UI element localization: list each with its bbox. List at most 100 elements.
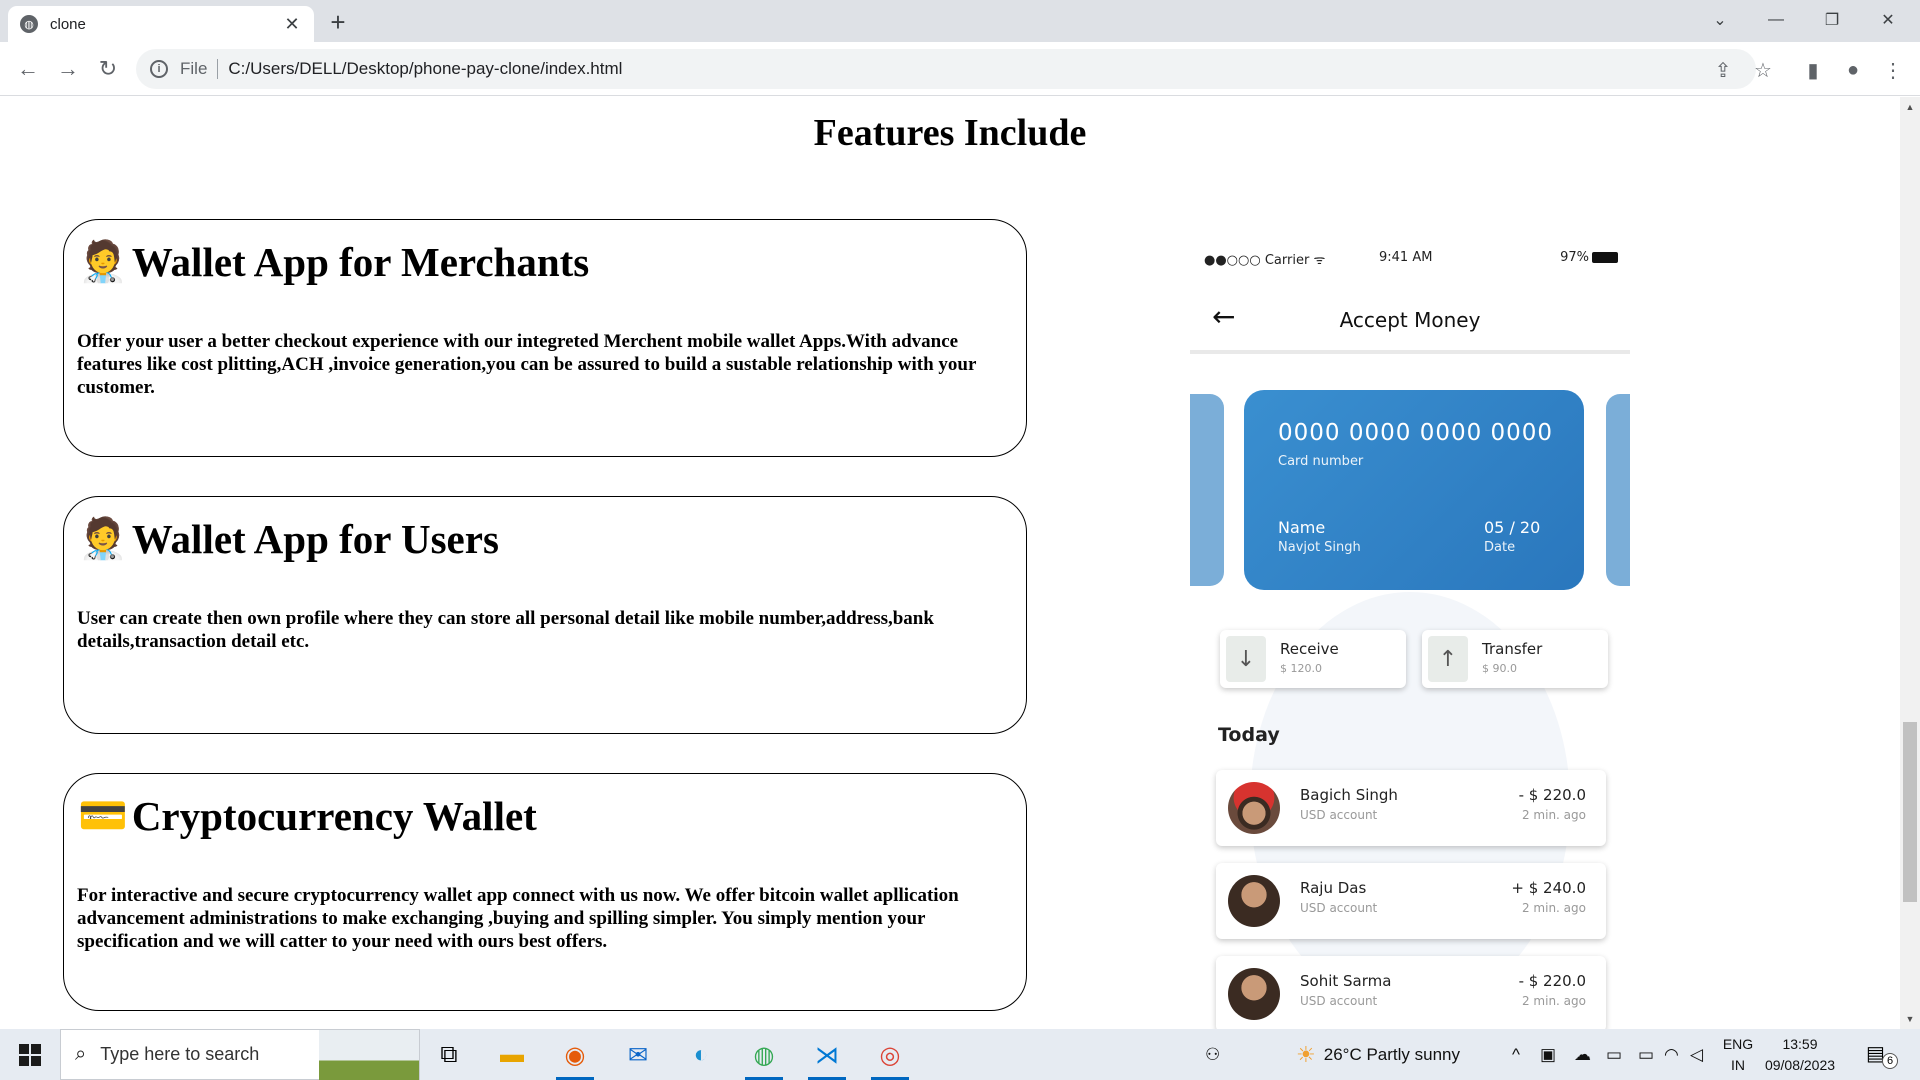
windows-logo-icon [19,1043,41,1066]
doctor-emoji-icon: 🧑‍⚕️ [78,239,128,284]
transaction-amount: + $ 240.0 [1511,879,1586,897]
info-icon[interactable]: i [150,60,168,78]
forward-icon[interactable]: → [52,53,84,85]
clock-date: 09/08/2023 [1764,1057,1836,1073]
phone-header: ← Accept Money [1190,294,1630,354]
chrome-icon[interactable]: ◎ [865,1035,915,1080]
weather-text: 26°C Partly sunny [1323,1044,1460,1064]
tab-strip: ◍ clone ✕ + ⌄ — ❐ ✕ [0,0,1920,42]
reload-icon[interactable]: ↻ [92,53,124,85]
browser-tab[interactable]: ◍ clone ✕ [8,6,314,42]
battery-icon [1592,252,1618,263]
feature-card-crypto: 💳 Cryptocurrency Wallet For interactive … [63,773,1027,1011]
phone-time: 9:41 AM [1379,250,1433,265]
action-amount: $ 120.0 [1280,662,1322,675]
display-icon[interactable]: ▭ [1606,1029,1622,1080]
window-close-button[interactable]: ✕ [1860,0,1916,40]
avatar [1228,782,1280,834]
onedrive-icon[interactable]: ☁ [1574,1029,1591,1080]
scrollbar-thumb[interactable] [1903,722,1917,902]
vscode-icon[interactable]: ⋊ [802,1035,852,1080]
action-label: Receive [1280,640,1339,658]
scroll-up-icon[interactable]: ▲ [1900,99,1920,115]
arrow-down-icon: ↓ [1226,636,1266,682]
address-bar: ← → ↻ i File C:/Users/DELL/Desktop/phone… [0,42,1920,96]
action-label: Transfer [1482,640,1543,658]
feature-description: User can create then own profile where t… [77,608,934,652]
avatar [1228,875,1280,927]
battery-indicator: 97% [1560,250,1618,265]
card-expiry: 05 / 20 [1484,518,1541,537]
firefox-icon[interactable]: ◉ [550,1035,600,1080]
feature-heading-text: Cryptocurrency Wallet [131,793,537,839]
file-explorer-icon[interactable]: ▬ [487,1035,537,1075]
edge-icon[interactable]: ◐ [676,1035,726,1075]
language-code: ENG [1722,1036,1754,1052]
card-holder-name: Navjot Singh [1278,540,1361,555]
transaction-item: Raju Das USD account + $ 240.0 2 min. ag… [1216,863,1606,939]
url-text[interactable]: C:/Users/DELL/Desktop/phone-pay-clone/in… [228,59,622,79]
weather-widget[interactable]: ☀ 26°C Partly sunny [1296,1029,1460,1080]
transaction-item: Bagich Singh USD account - $ 220.0 2 min… [1216,770,1606,846]
battery-percent: 97% [1560,250,1589,265]
wifi-icon[interactable]: ◠ [1664,1029,1679,1080]
show-hidden-icons-icon[interactable]: ^ [1512,1029,1520,1080]
back-icon[interactable]: ← [12,53,44,85]
carrier-label: ●●○○○ Carrier ᯤ [1204,253,1326,268]
feature-heading: 🧑‍⚕️ Wallet App for Users [78,515,499,563]
arrow-up-icon: ↑ [1428,636,1468,682]
transaction-time: 2 min. ago [1521,994,1586,1008]
avatar [1228,968,1280,1020]
card-number: 0000 0000 0000 0000 [1278,420,1554,446]
feature-description: Offer your user a better checkout experi… [77,331,977,398]
tab-search-chevron-icon[interactable]: ⌄ [1692,0,1748,40]
notifications-icon[interactable]: ▤ 6 [1866,1041,1898,1069]
restore-button[interactable]: ❐ [1804,0,1860,40]
feature-heading-text: Wallet App for Users [131,516,499,562]
chrome-profile-icon[interactable]: ◍ [739,1035,789,1080]
battery-icon[interactable]: ▭ [1638,1029,1654,1080]
people-icon[interactable]: ⚇ [1205,1029,1220,1080]
tab-close-icon[interactable]: ✕ [282,14,302,35]
mail-icon[interactable]: ✉ [613,1035,663,1075]
menu-icon[interactable]: ⋮ [1878,55,1908,85]
new-tab-button[interactable]: + [324,8,352,36]
action-amount: $ 90.0 [1482,662,1517,675]
clock-time: 13:59 [1782,1036,1818,1052]
volume-icon[interactable]: ◁ [1690,1029,1703,1080]
scroll-down-icon[interactable]: ▼ [1900,1011,1920,1027]
transaction-time: 2 min. ago [1521,901,1586,915]
profile-icon[interactable]: ● [1838,55,1868,85]
search-icon: ⌕ [75,1043,87,1065]
share-icon[interactable]: ⇪ [1708,55,1738,85]
taskbar-search[interactable]: ⌕ Type here to search [60,1029,420,1080]
divider [217,59,219,79]
clock[interactable]: 13:59 09/08/2023 [1760,1034,1840,1076]
prev-card-edge [1190,394,1224,586]
language-indicator[interactable]: ENG IN [1718,1034,1758,1076]
globe-icon: ◍ [20,15,38,33]
transaction-item: Sohit Sarma USD account - $ 220.0 2 min.… [1216,956,1606,1029]
task-view-icon[interactable]: ⧉ [424,1035,474,1075]
transaction-account: USD account [1300,901,1378,915]
page-content: Features Include 🧑‍⚕️ Wallet App for Mer… [0,97,1900,1029]
next-card-edge [1606,394,1630,586]
transaction-name: Raju Das [1300,879,1367,897]
start-button[interactable] [0,1029,60,1080]
transaction-account: USD account [1300,994,1378,1008]
minimize-button[interactable]: — [1748,0,1804,40]
file-scheme-label: File [180,59,208,78]
feature-heading-text: Wallet App for Merchants [131,239,590,285]
url-field[interactable]: i File C:/Users/DELL/Desktop/phone-pay-c… [136,49,1756,89]
bank-card: 0000 0000 0000 0000 Card number Name Nav… [1244,390,1584,590]
transaction-amount: - $ 220.0 [1518,972,1586,990]
star-icon[interactable]: ☆ [1748,55,1778,85]
meet-icon[interactable]: ▣ [1540,1029,1556,1080]
sidepanel-icon[interactable]: ▮ [1798,55,1828,85]
region-code: IN [1731,1057,1745,1073]
page-title: Features Include [813,112,1087,154]
feature-card-users: 🧑‍⚕️ Wallet App for Users User can creat… [63,496,1027,734]
taskbar: ⌕ Type here to search ⧉ ▬ ◉ ✉ ◐ ◍ ⋊ ◎ ⚇ … [0,1029,1920,1080]
card-expiry-label: Date [1484,540,1516,555]
page-scrollbar[interactable]: ▲ ▼ [1900,97,1920,1029]
